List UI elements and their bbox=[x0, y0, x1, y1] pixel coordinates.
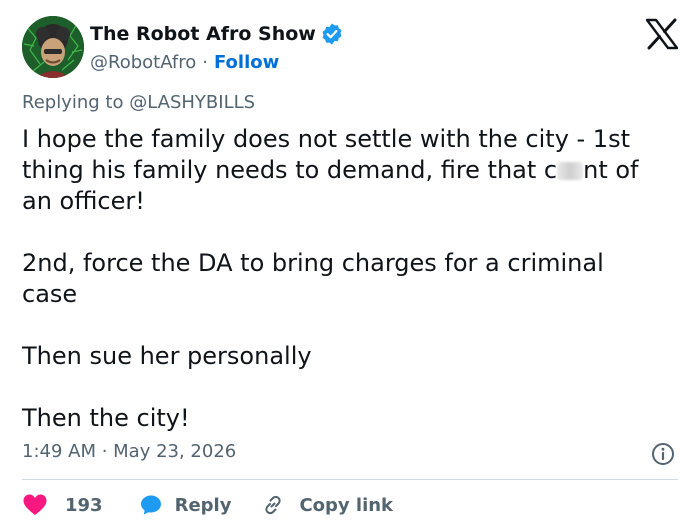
timestamp[interactable]: 1:49 AM · May 23, 2026 bbox=[22, 441, 236, 462]
tweet-line-part: thing his family needs to demand, fire t… bbox=[22, 156, 558, 184]
avatar[interactable] bbox=[22, 16, 84, 78]
info-icon[interactable] bbox=[651, 442, 675, 466]
like-button[interactable]: 193 bbox=[22, 493, 103, 517]
tweet-line: an officer! bbox=[22, 187, 145, 215]
author-block: The Robot Afro Show @RobotAfro · Follow bbox=[90, 20, 344, 75]
tweet-line: case bbox=[22, 280, 78, 308]
reply-label: Reply bbox=[174, 494, 232, 516]
like-count: 193 bbox=[65, 494, 103, 516]
verified-badge-icon bbox=[320, 22, 344, 46]
link-icon bbox=[261, 493, 285, 517]
divider bbox=[22, 479, 678, 480]
handle-row: @RobotAfro · Follow bbox=[90, 49, 344, 75]
tweet-text: I hope the family does not settle with t… bbox=[22, 124, 682, 434]
action-bar: 193 Reply Copy link bbox=[22, 490, 393, 520]
tweet-line: Then the city! bbox=[22, 404, 190, 432]
tweet-line: 2nd, force the DA to bring charges for a… bbox=[22, 249, 604, 277]
tweet-card: The Robot Afro Show @RobotAfro · Follow … bbox=[0, 0, 700, 532]
tweet-line: Then sue her personally bbox=[22, 342, 312, 370]
author-name[interactable]: The Robot Afro Show bbox=[90, 23, 316, 45]
author-handle[interactable]: @RobotAfro bbox=[90, 52, 196, 73]
replying-to[interactable]: Replying to @LASHYBILLS bbox=[22, 92, 255, 113]
reply-bubble-icon bbox=[139, 493, 163, 517]
copy-link-label: Copy link bbox=[299, 494, 394, 516]
follow-button[interactable]: Follow bbox=[214, 52, 279, 73]
x-logo-icon[interactable] bbox=[645, 18, 679, 50]
censored-word bbox=[557, 162, 584, 180]
reply-button[interactable]: Reply bbox=[139, 493, 232, 517]
heart-icon bbox=[22, 493, 48, 517]
tweet-line: thing his family needs to demand, fire t… bbox=[22, 155, 682, 186]
tweet-line-part: nt of bbox=[583, 156, 639, 184]
separator-dot: · bbox=[202, 51, 208, 73]
name-row: The Robot Afro Show bbox=[90, 20, 344, 48]
copy-link-button[interactable]: Copy link bbox=[261, 493, 393, 517]
tweet-line: I hope the family does not settle with t… bbox=[22, 125, 630, 153]
